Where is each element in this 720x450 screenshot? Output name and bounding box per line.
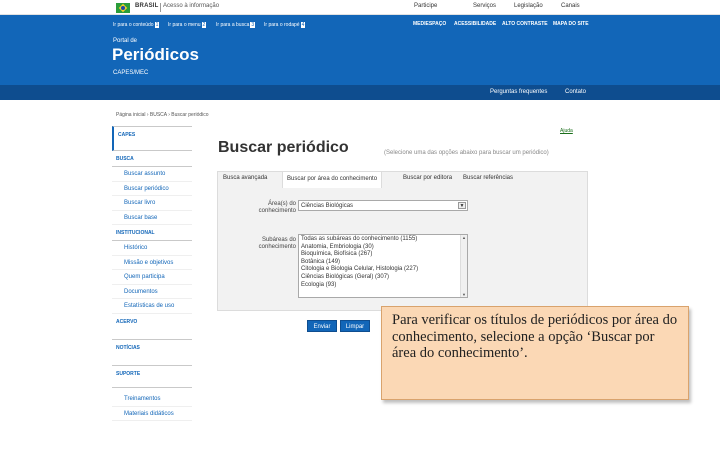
subarea-option[interactable]: Ecologia (93)	[301, 282, 467, 290]
sidebar-item-missao[interactable]: Missão e objetivos	[112, 256, 192, 270]
sidebar-item-buscar-periodico[interactable]: Buscar periódico	[112, 182, 192, 196]
accessibility-link[interactable]: ACESSIBILIDADE	[454, 21, 496, 27]
chevron-down-icon[interactable]: ▼	[458, 202, 466, 209]
help-link[interactable]: Ajuda	[560, 128, 573, 134]
skip-to-menu-link[interactable]: Ir para o menu 2	[168, 22, 207, 28]
tab-advanced-search[interactable]: Busca avançada	[223, 175, 267, 181]
skip-to-search-link[interactable]: Ir para a busca 3	[216, 22, 256, 28]
gov-menu-servicos[interactable]: Serviços	[473, 3, 496, 9]
brazil-flag-icon	[116, 3, 130, 13]
site-map-link[interactable]: MAPA DO SITE	[553, 21, 589, 27]
subarea-option[interactable]: Bioquímica, Biofísica (267)	[301, 251, 467, 259]
subarea-option[interactable]: Ciências Biológicas (Geral) (307)	[301, 274, 467, 282]
gov-brasil-link[interactable]: BRASIL	[135, 3, 159, 9]
sidebar-item-documentos[interactable]: Documentos	[112, 285, 192, 299]
nav-contact[interactable]: Contato	[565, 89, 586, 95]
search-tabs: Busca avançada Buscar por área do conhec…	[217, 171, 588, 188]
instruction-callout: Para verificar os títulos de periódicos …	[381, 306, 689, 400]
sidebar-item-buscar-assunto[interactable]: Buscar assunto	[112, 167, 192, 182]
sidebar-item-estatisticas[interactable]: Estatísticas de uso	[112, 299, 192, 314]
portal-label: Portal de	[113, 38, 138, 44]
sidebar-section-institucional[interactable]: INSTITUCIONAL	[112, 225, 192, 241]
sidebar-item-historico[interactable]: Histórico	[112, 241, 192, 256]
area-select-value: Ciências Biológicas	[301, 203, 354, 209]
gov-menu-legislacao[interactable]: Legislação	[514, 3, 543, 9]
main-nav: Perguntas frequentes Contato	[0, 85, 720, 100]
scroll-up-icon[interactable]: ▲	[462, 235, 466, 240]
subareas-label: Subáreas do conhecimento	[258, 237, 296, 250]
subareas-listbox[interactable]: Todas as subáreas do conhecimento (1155)…	[298, 234, 468, 298]
site-header: Ir para o conteúdo 1 Ir para o menu 2 Ir p…	[0, 15, 720, 85]
listbox-scrollbar[interactable]: ▲ ▼	[460, 235, 467, 297]
sidebar-item-materiais[interactable]: Materiais didáticos	[112, 407, 192, 421]
area-select[interactable]: Ciências Biológicas ▼	[298, 200, 468, 211]
subarea-option[interactable]: Botânica (149)	[301, 259, 467, 267]
sidebar-item-treinamentos[interactable]: Treinamentos	[112, 388, 192, 407]
subarea-option[interactable]: Citologia e Biologia Celular, Histologia…	[301, 266, 467, 274]
sidebar-section-busca[interactable]: BUSCA	[112, 151, 192, 167]
scroll-down-icon[interactable]: ▼	[462, 292, 466, 297]
sidebar-item-quem-participa[interactable]: Quem participa	[112, 270, 192, 285]
sidebar: CAPES BUSCA Buscar assunto Buscar periód…	[112, 126, 192, 421]
tab-publisher[interactable]: Buscar por editora	[403, 175, 452, 181]
portal-title[interactable]: Periódicos	[112, 45, 199, 65]
subarea-option[interactable]: Todas as subáreas do conhecimento (1155)	[301, 236, 467, 244]
clear-button[interactable]: Limpar	[340, 320, 370, 332]
breadcrumb[interactable]: Página inicial › BUSCA › Buscar periódic…	[116, 112, 209, 118]
gov-menu-participe[interactable]: Participe	[414, 3, 437, 9]
skip-to-footer-link[interactable]: Ir para o rodapé 4	[264, 22, 306, 28]
page-title: Buscar periódico	[218, 139, 349, 156]
tab-references[interactable]: Buscar referências	[463, 175, 513, 181]
page-hint: (Selecione uma das opções abaixo para bu…	[384, 150, 549, 156]
sidebar-capes[interactable]: CAPES	[112, 126, 192, 151]
portal-subtitle: CAPES/MEC	[113, 70, 149, 76]
area-label: Área(s) do conhecimento	[258, 201, 296, 214]
skip-to-content-link[interactable]: Ir para o conteúdo 1	[113, 22, 160, 28]
sidebar-item-buscar-livro[interactable]: Buscar livro	[112, 196, 192, 211]
tab-area-of-knowledge[interactable]: Buscar por área do conhecimento	[282, 171, 383, 188]
send-button[interactable]: Enviar	[307, 320, 337, 332]
access-info-link[interactable]: Acesso à informação	[163, 3, 219, 9]
sidebar-section-acervo[interactable]: ACERVO	[112, 314, 192, 340]
high-contrast-link[interactable]: ALTO CONTRASTE	[502, 21, 548, 27]
divider	[160, 3, 161, 12]
subarea-option[interactable]: Anatomia, Embriologia (30)	[301, 244, 467, 252]
mediaspace-link[interactable]: MEDIESPAÇO	[413, 21, 446, 27]
gov-bar: BRASIL Acesso à informação Participe Ser…	[0, 0, 720, 15]
sidebar-section-noticias[interactable]: NOTÍCIAS	[112, 340, 192, 366]
sidebar-item-buscar-base[interactable]: Buscar base	[112, 211, 192, 225]
gov-menu-canais[interactable]: Canais	[561, 3, 580, 9]
sidebar-section-suporte[interactable]: SUPORTE	[112, 366, 192, 388]
nav-faq[interactable]: Perguntas frequentes	[490, 89, 547, 95]
